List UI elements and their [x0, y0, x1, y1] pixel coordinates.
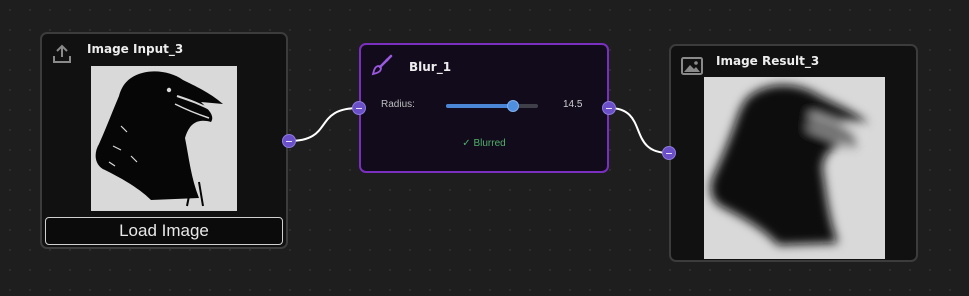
- status-text: ✓ Blurred: [462, 138, 506, 149]
- input-output-port[interactable]: [282, 134, 296, 148]
- radius-slider[interactable]: [446, 100, 538, 112]
- radius-label: Radius:: [381, 99, 415, 110]
- wire-blur-to-result: [608, 107, 670, 154]
- result-input-port[interactable]: [662, 146, 676, 160]
- brush-icon: [370, 53, 394, 81]
- result-image-preview: [704, 77, 885, 259]
- load-image-button[interactable]: Load Image: [45, 217, 283, 245]
- input-image-preview: [91, 66, 237, 211]
- blur-output-port[interactable]: [602, 101, 616, 115]
- radius-value: 14.5: [563, 99, 583, 110]
- radius-slider-thumb[interactable]: [507, 100, 520, 112]
- node-title: Image Input_3: [87, 42, 184, 56]
- blur-node[interactable]: Blur_1 Radius: 14.5 ✓ Blurred: [359, 43, 609, 173]
- wire-input-to-blur: [288, 107, 360, 142]
- node-title: Image Result_3: [716, 54, 820, 68]
- image-input-node[interactable]: Image Input_3 Load Image: [40, 32, 288, 249]
- radius-slider-fill: [446, 104, 514, 108]
- image-result-node[interactable]: Image Result_3: [669, 44, 918, 262]
- upload-icon: [51, 43, 73, 69]
- node-title: Blur_1: [409, 60, 452, 74]
- blur-input-port[interactable]: [352, 101, 366, 115]
- image-icon: [681, 56, 703, 80]
